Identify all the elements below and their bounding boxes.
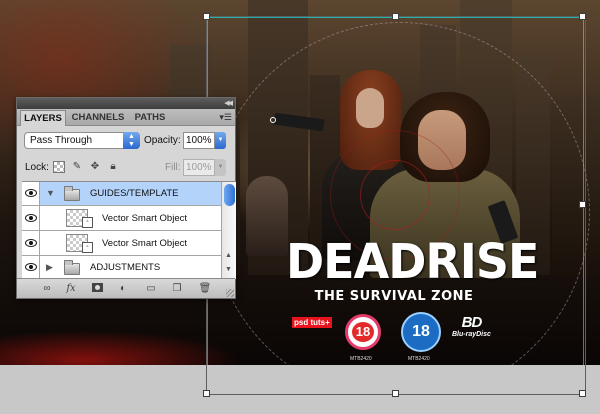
lock-position-icon[interactable]: ✥ xyxy=(89,161,101,173)
panel-menu-icon[interactable]: ▾☰ xyxy=(219,112,232,123)
layers-panel[interactable]: ◀◀ LAYERS CHANNELS PATHS ▾☰ Pass Through… xyxy=(16,97,236,299)
fire-glow xyxy=(0,330,240,365)
layers-list[interactable]: ▼ GUIDES/TEMPLATE ▫ Vector Smart Object … xyxy=(22,181,236,279)
layer-name: ADJUSTMENTS xyxy=(90,262,161,273)
transform-handle-right[interactable] xyxy=(579,201,586,208)
disclosure-triangle-expanded-icon[interactable]: ▼ xyxy=(46,188,55,198)
transform-handle-bottom-right[interactable] xyxy=(579,390,586,397)
smart-object-icon: ▫ xyxy=(82,217,93,228)
transform-bounding-box[interactable] xyxy=(206,16,586,395)
fx-icon[interactable]: fx xyxy=(63,282,79,296)
tab-paths[interactable]: PATHS xyxy=(130,110,170,126)
eye-icon xyxy=(25,239,37,247)
fill-field[interactable]: 100% xyxy=(183,159,215,176)
lock-all-icon[interactable]: 🔒︎ xyxy=(107,161,119,173)
layer-name: Vector Smart Object xyxy=(102,213,188,224)
panel-tab-row: LAYERS CHANNELS PATHS ▾☰ xyxy=(17,109,235,126)
trash-icon[interactable]: 🗑︎ xyxy=(197,282,213,296)
transform-handle-top-left[interactable] xyxy=(203,13,210,20)
collapse-panel-icon[interactable]: ◀◀ xyxy=(224,99,233,108)
opacity-field[interactable]: 100% xyxy=(183,132,215,149)
tab-channels[interactable]: CHANNELS xyxy=(69,110,127,126)
new-layer-icon[interactable]: ❐ xyxy=(169,282,185,296)
visibility-toggle[interactable] xyxy=(22,256,40,279)
transform-handle-top[interactable] xyxy=(392,13,399,20)
blend-mode-select[interactable]: Pass Through ▲ ▼ xyxy=(24,132,140,149)
transform-handle-bottom-left[interactable] xyxy=(203,390,210,397)
visibility-toggle[interactable] xyxy=(22,206,40,230)
transform-handle-bottom[interactable] xyxy=(392,390,399,397)
folder-icon xyxy=(64,186,80,201)
opacity-label: Opacity: xyxy=(144,135,181,146)
scroll-down-arrow-icon[interactable]: ▼ xyxy=(225,266,232,273)
eye-icon xyxy=(25,214,37,222)
link-icon[interactable]: ∞ xyxy=(39,282,55,296)
lock-transparent-pixels-icon[interactable] xyxy=(53,161,65,173)
folder-icon xyxy=(64,260,80,275)
layers-scrollbar[interactable]: ▲ ▼ xyxy=(221,182,236,279)
layer-name: Vector Smart Object xyxy=(102,238,188,249)
tab-layers[interactable]: LAYERS xyxy=(20,110,66,126)
adjustment-icon[interactable]: ◐ xyxy=(115,282,131,296)
layer-row-adjustments[interactable]: ▶ ADJUSTMENTS xyxy=(22,256,221,279)
layer-row-vector-smart-object[interactable]: ▫ Vector Smart Object xyxy=(22,231,221,256)
visibility-toggle[interactable] xyxy=(22,231,40,255)
transform-handle-top-right[interactable] xyxy=(579,13,586,20)
lock-image-pixels-icon[interactable]: ✎ xyxy=(71,161,83,173)
panel-titlebar[interactable]: ◀◀ xyxy=(17,98,235,109)
lock-label: Lock: xyxy=(25,162,49,173)
scrollbar-thumb[interactable] xyxy=(224,184,235,206)
panel-footer: ∞ fx ◐ ▭ ❐ 🗑︎ xyxy=(17,278,235,298)
layer-row-vector-smart-object[interactable]: ▫ Vector Smart Object xyxy=(22,206,221,231)
visibility-toggle[interactable] xyxy=(22,182,40,205)
fill-dropdown-icon[interactable]: ▼ xyxy=(215,159,226,176)
disclosure-triangle-collapsed-icon[interactable]: ▶ xyxy=(46,262,53,273)
mask-icon[interactable] xyxy=(89,282,105,296)
mask-shape xyxy=(91,283,103,292)
resize-grip-icon[interactable] xyxy=(226,289,234,297)
new-group-icon[interactable]: ▭ xyxy=(143,282,159,296)
layer-row-guides-template[interactable]: ▼ GUIDES/TEMPLATE xyxy=(22,182,221,206)
eye-icon xyxy=(25,263,37,271)
updown-arrows-icon: ▲ ▼ xyxy=(123,132,140,149)
scroll-up-arrow-icon[interactable]: ▲ xyxy=(225,252,232,259)
eye-icon xyxy=(25,189,37,197)
blend-mode-value: Pass Through xyxy=(30,135,93,146)
opacity-dropdown-icon[interactable]: ▼ xyxy=(215,132,226,149)
fill-label: Fill: xyxy=(165,162,181,173)
smart-object-icon: ▫ xyxy=(82,242,93,253)
layer-name: GUIDES/TEMPLATE xyxy=(90,188,179,199)
